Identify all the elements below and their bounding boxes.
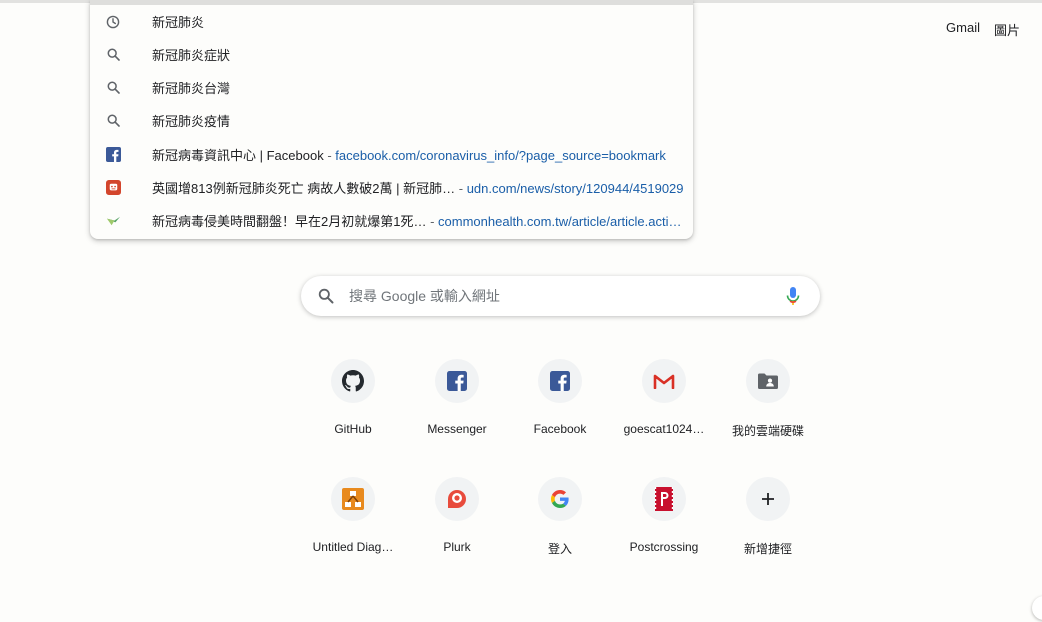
suggestion-url: udn.com/news/story/120944/4519029: [466, 181, 684, 196]
microphone-icon[interactable]: [786, 286, 800, 311]
shortcut-label: Messenger: [427, 422, 487, 436]
suggestion-separator: -: [455, 181, 467, 196]
shortcut-github[interactable]: GitHub: [303, 359, 403, 459]
search-box[interactable]: [301, 276, 820, 316]
suggestion-text: 新冠肺炎疫情: [152, 114, 231, 129]
history-icon: [105, 14, 121, 30]
suggestion-item[interactable]: 新冠肺炎: [90, 5, 693, 38]
suggestion-text: 新冠肺炎: [152, 15, 205, 30]
shortcut-label: Untitled Diag…: [312, 540, 394, 554]
shortcut-plurk[interactable]: Plurk: [407, 477, 507, 577]
top-links: Gmail 圖片: [946, 20, 1020, 39]
suggestion-url: facebook.com/coronavirus_info/?page_sour…: [335, 148, 666, 163]
search-icon: [105, 47, 121, 63]
omnibox-suggestion-dropdown: 新冠肺炎 新冠肺炎症狀 新冠肺炎台灣 新冠肺炎疫情 新冠病毒資訊中心 | Fac…: [90, 0, 693, 239]
suggestion-url: commonhealth.com.tw/article/article.acti…: [438, 214, 682, 229]
shortcut-label: goescat1024…: [623, 422, 705, 436]
suggestion-title: 英國增813例新冠肺炎死亡 病故人數破2萬 | 新冠肺…: [152, 181, 456, 196]
images-link[interactable]: 圖片: [994, 20, 1020, 39]
facebook-icon: [435, 359, 479, 403]
shortcut-label: 登入: [547, 542, 572, 556]
plurk-icon: [435, 477, 479, 521]
gmail-icon: [642, 359, 686, 403]
shortcut-drawio[interactable]: Untitled Diag…: [303, 477, 403, 577]
shortcut-gmail[interactable]: goescat1024…: [614, 359, 714, 459]
udn-icon: [105, 180, 121, 196]
shortcut-label: 我的雲端硬碟: [731, 424, 804, 438]
search-icon: [105, 113, 121, 129]
shortcut-label: Facebook: [533, 422, 587, 436]
shortcut-facebook[interactable]: Facebook: [510, 359, 610, 459]
facebook-icon: [105, 147, 121, 163]
add-shortcut-button[interactable]: 新增捷徑: [718, 477, 818, 577]
suggestion-separator: -: [426, 214, 439, 229]
suggestion-item[interactable]: 新冠病毒資訊中心 | Facebook - facebook.com/coron…: [90, 138, 693, 171]
shortcut-label: Plurk: [443, 540, 471, 554]
commonhealth-icon: [105, 213, 121, 229]
suggestion-item[interactable]: 新冠肺炎疫情: [90, 104, 693, 137]
suggestion-item[interactable]: 英國增813例新冠肺炎死亡 病故人數破2萬 | 新冠肺… - udn.com/n…: [90, 171, 693, 204]
suggestion-title: 新冠病毒侵美時間翻盤！早在2月初就爆第1死…: [152, 214, 427, 229]
suggestion-separator: -: [323, 148, 336, 163]
google-drive-icon: [746, 359, 790, 403]
shortcut-messenger[interactable]: Messenger: [407, 359, 507, 459]
google-icon: [538, 477, 582, 521]
search-icon: [318, 288, 334, 309]
drawio-icon: [331, 477, 375, 521]
customize-button[interactable]: [1032, 596, 1042, 620]
plus-icon: [746, 477, 790, 521]
suggestion-item[interactable]: 新冠病毒侵美時間翻盤！早在2月初就爆第1死… - commonhealth.co…: [90, 204, 693, 237]
github-icon: [331, 359, 375, 403]
suggestion-item[interactable]: 新冠肺炎台灣: [90, 71, 693, 104]
shortcut-google-drive[interactable]: 我的雲端硬碟: [718, 359, 818, 459]
suggestion-title: 新冠病毒資訊中心 | Facebook: [152, 148, 324, 163]
facebook-icon: [538, 359, 582, 403]
shortcut-google-signin[interactable]: 登入: [510, 477, 610, 577]
shortcut-label: 新增捷徑: [743, 542, 792, 556]
suggestion-item[interactable]: 新冠肺炎症狀: [90, 38, 693, 71]
shortcut-postcrossing[interactable]: Postcrossing: [614, 477, 714, 577]
shortcut-label: Postcrossing: [629, 540, 699, 554]
postcrossing-icon: [642, 477, 686, 521]
suggestion-text: 新冠肺炎症狀: [152, 48, 231, 63]
gmail-link[interactable]: Gmail: [946, 20, 980, 39]
shortcut-label: GitHub: [334, 422, 372, 436]
search-input[interactable]: [349, 284, 769, 308]
suggestion-text: 新冠肺炎台灣: [152, 81, 231, 96]
search-icon: [105, 80, 121, 96]
